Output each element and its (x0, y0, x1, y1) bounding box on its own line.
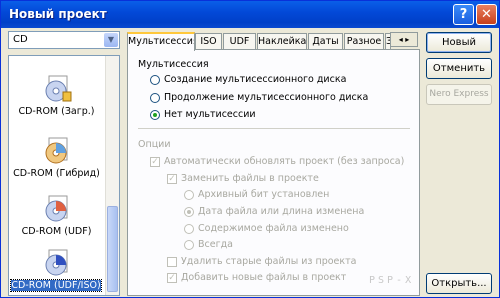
cd-rom-udf-iso-icon (45, 249, 68, 276)
tab-multisession[interactable]: Мультисессия (127, 32, 195, 51)
checkbox-label: Заменить файлы в проекте (181, 173, 319, 184)
checkbox-label: Добавить новые файлы в проект (181, 272, 347, 283)
nero-express-button[interactable]: Nero Express (426, 84, 492, 105)
radio-date-or-length[interactable] (184, 207, 194, 217)
checkbox-label: Автоматически обновлять проект (без запр… (164, 156, 405, 167)
help-button[interactable]: ? (453, 4, 474, 25)
divider (138, 128, 410, 129)
radio-content-changed[interactable] (184, 224, 194, 234)
radio-label: Дата файла или длина изменена (198, 206, 365, 217)
new-project-dialog: Новый проект ? ✕ CD ▼ CD-ROM (Загр.) CD-… (0, 0, 500, 298)
radio-label: Создание мультисессионного диска (164, 74, 347, 85)
options-group-label: Опции (138, 139, 171, 150)
scrollbar-thumb[interactable] (107, 206, 118, 292)
watermark: PSP-X (369, 275, 415, 286)
window-title: Новый проект (9, 7, 107, 21)
tab-udf[interactable]: UDF (223, 33, 256, 49)
list-item-cd-rom-udf-iso[interactable]: CD-ROM (UDF/ISO) (9, 246, 104, 295)
tab-iso[interactable]: ISO (195, 33, 222, 49)
cd-rom-boot-icon (45, 75, 72, 102)
radio-label: Архивный бит установлен (198, 189, 330, 200)
chevron-down-icon[interactable]: ▼ (104, 33, 118, 47)
list-item-cd-rom-udf[interactable]: CD-ROM (UDF) (9, 192, 104, 250)
list-item-label: CD-ROM (UDF/ISO) (10, 279, 102, 292)
add-new-files-checkbox[interactable]: ✓ (167, 273, 177, 283)
radio-label: Продолжение мультисессионного диска (164, 92, 369, 103)
radio-label: Нет мультисессии (164, 109, 256, 120)
radio-archive-bit[interactable] (184, 190, 194, 200)
multisession-panel: Мультисессия Создание мультисессионного … (127, 49, 420, 296)
radio-no-multisession[interactable] (150, 110, 160, 120)
tab-dates[interactable]: Даты (308, 33, 343, 49)
radio-label: Всегда (198, 239, 233, 250)
multisession-group-label: Мультисессия (138, 59, 209, 70)
list-item-label: CD-ROM (Загр.) (18, 106, 95, 117)
list-scrollbar[interactable] (105, 56, 119, 295)
auto-update-checkbox[interactable]: ✓ (150, 157, 160, 167)
new-button[interactable]: Новый (426, 32, 492, 53)
close-button[interactable]: ✕ (476, 4, 497, 25)
cancel-button[interactable]: Отменить (426, 58, 492, 79)
radio-always[interactable] (184, 240, 194, 250)
disc-type-value: CD (13, 34, 28, 45)
list-item-label: CD-ROM (UDF) (21, 226, 92, 237)
tab-label[interactable]: Наклейка (257, 33, 307, 49)
list-item-cd-rom-hybrid[interactable]: CD-ROM (Гибрид) (9, 134, 104, 192)
radio-create-multisession[interactable] (150, 75, 160, 85)
project-type-list[interactable]: CD-ROM (Загр.) CD-ROM (Гибрид) CD-ROM (U… (8, 55, 120, 296)
list-item-cd-rom-boot[interactable]: CD-ROM (Загр.) (9, 72, 104, 130)
disc-type-select[interactable]: CD ▼ (8, 31, 120, 49)
tab-misc[interactable]: Разное (344, 33, 384, 49)
cd-rom-hybrid-icon (45, 137, 68, 164)
checkbox-label: Удалить старые файлы из проекта (181, 256, 357, 267)
delete-old-files-checkbox[interactable] (167, 257, 177, 267)
open-button[interactable]: Открыть... (426, 273, 492, 294)
replace-files-checkbox[interactable]: ✓ (167, 174, 177, 184)
tab-scroll-arrows[interactable]: ◂ ▸ (390, 32, 418, 47)
title-bar: Новый проект ? ✕ (1, 1, 499, 28)
list-item-label: CD-ROM (Гибрид) (13, 168, 100, 179)
cd-rom-udf-icon (45, 195, 68, 222)
radio-continue-multisession[interactable] (150, 93, 160, 103)
radio-label: Содержимое файла изменено (198, 223, 349, 234)
